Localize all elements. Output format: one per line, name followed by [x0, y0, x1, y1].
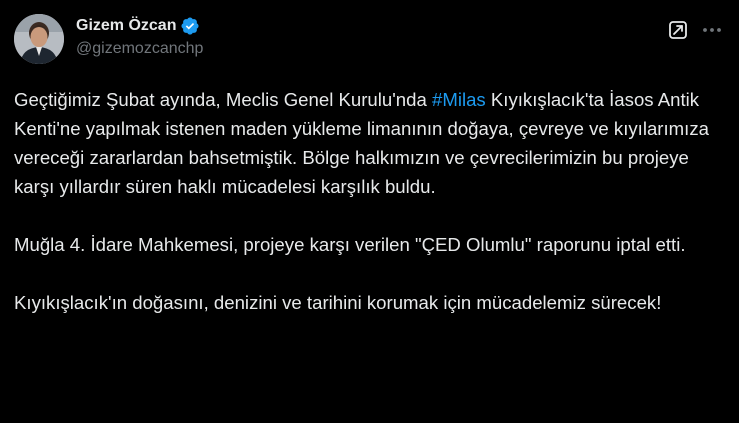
tweet-paragraph-1: Geçtiğimiz Şubat ayında, Meclis Genel Ku… [14, 85, 726, 201]
author-handle[interactable]: @gizemozcanchp [76, 40, 203, 58]
more-options-icon[interactable] [701, 20, 723, 40]
verified-badge-icon[interactable] [180, 16, 200, 36]
tweet-paragraph-2: Muğla 4. İdare Mahkemesi, projeye karşı … [14, 234, 686, 255]
tweet-text-segment: Geçtiğimiz Şubat ayında, Meclis Genel Ku… [14, 89, 432, 110]
tweet-card: Gizem Özcan @gizemozcanchp Geçtiğimiz Şu… [0, 0, 739, 423]
avatar[interactable] [14, 14, 64, 64]
author-name-row: Gizem Özcan [76, 14, 200, 38]
tweet-paragraph-3: Kıyıkışlacık'ın doğasını, denizini ve ta… [14, 292, 662, 313]
author-display-name[interactable]: Gizem Özcan [76, 17, 176, 35]
tweet-text: Geçtiğimiz Şubat ayında, Meclis Genel Ku… [14, 85, 726, 317]
hashtag-link[interactable]: #Milas [432, 89, 486, 110]
grok-icon[interactable] [668, 20, 688, 40]
